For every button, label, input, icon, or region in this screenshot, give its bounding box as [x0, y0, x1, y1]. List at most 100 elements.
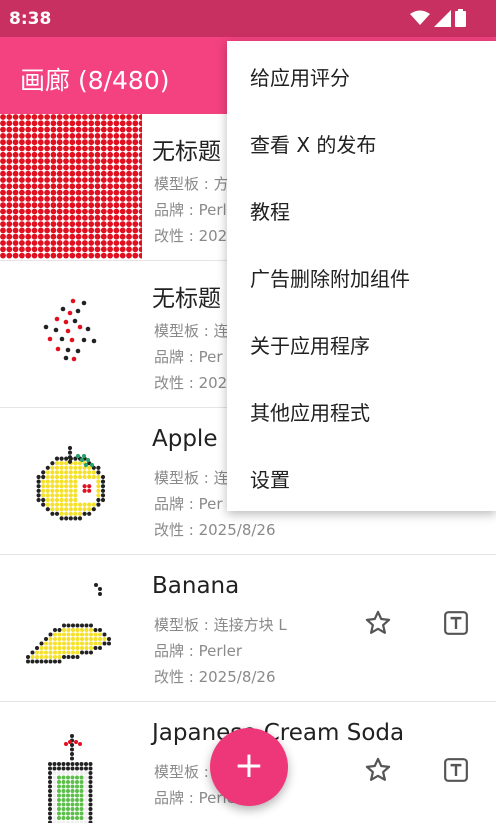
bead [25, 114, 32, 120]
bead [91, 484, 96, 489]
text-label-icon[interactable] [443, 610, 469, 636]
bead [75, 126, 82, 133]
bead [57, 628, 62, 632]
bead [39, 641, 44, 646]
bead [83, 462, 89, 468]
bead [54, 497, 60, 503]
bead [61, 811, 66, 816]
menu-item-rate-app[interactable]: 给应用评分 [227, 41, 496, 108]
bead [66, 789, 70, 793]
bead [82, 208, 88, 215]
bead [126, 164, 132, 171]
bead [6, 114, 13, 120]
bead [70, 816, 75, 820]
bead [82, 240, 88, 246]
bead [132, 170, 139, 177]
bead [68, 465, 73, 470]
status-time: 8:38 [9, 9, 52, 29]
bead [96, 493, 101, 498]
bead [56, 227, 63, 234]
bead [12, 189, 19, 196]
bead [56, 139, 63, 146]
bead [119, 227, 126, 234]
bead [82, 227, 88, 234]
bead [113, 183, 120, 190]
bead [50, 474, 55, 480]
bead [37, 151, 44, 158]
bead [66, 793, 70, 798]
bead [100, 126, 107, 133]
bead [48, 780, 52, 784]
bead [75, 637, 80, 641]
menu-item-tutorial[interactable]: 教程 [227, 175, 496, 242]
bead [69, 337, 75, 343]
bead [73, 493, 78, 498]
bead [132, 202, 139, 209]
favorite-star-icon[interactable] [364, 609, 392, 637]
bead [59, 488, 64, 493]
bead [25, 133, 32, 139]
bead [56, 221, 63, 227]
bead [107, 183, 113, 190]
bead [57, 789, 61, 793]
bead [100, 139, 107, 146]
menu-item-view-x-posts[interactable]: 查看 X 的发布 [227, 108, 496, 175]
bead [82, 493, 87, 498]
bead [69, 189, 76, 196]
favorite-star-icon[interactable] [364, 756, 392, 784]
bead [88, 133, 95, 139]
menu-item-remove-ads[interactable]: 广告删除附加组件 [227, 242, 496, 309]
bead [0, 240, 6, 246]
bead [61, 802, 66, 807]
bead [75, 252, 82, 259]
bead [66, 632, 71, 637]
bead [75, 202, 82, 209]
bead [39, 650, 44, 655]
bead [59, 456, 64, 461]
bead [138, 114, 142, 120]
bead [75, 120, 82, 127]
bead [82, 214, 88, 221]
bead [59, 511, 64, 516]
bead [62, 637, 66, 641]
item-template: 模型板 : 连接方块 L [154, 616, 287, 634]
bead [100, 240, 107, 246]
bead [66, 650, 71, 655]
bead [31, 214, 38, 221]
bead [52, 802, 57, 807]
menu-item-other-apps[interactable]: 其他应用程式 [227, 376, 496, 443]
bead [82, 145, 88, 152]
bead [69, 120, 76, 127]
bead [96, 502, 101, 507]
bead [113, 151, 120, 158]
bead [45, 474, 50, 480]
menu-item-settings[interactable]: 设置 [227, 443, 496, 510]
bead [132, 208, 139, 215]
bead [57, 771, 61, 775]
bead [126, 227, 132, 234]
bead [82, 158, 88, 164]
bead [107, 196, 113, 202]
bead [55, 346, 61, 352]
bead [73, 484, 78, 489]
add-button[interactable]: + [210, 728, 288, 806]
bead [89, 623, 93, 628]
bead [88, 789, 93, 793]
bead [48, 771, 52, 775]
bead [84, 775, 88, 780]
bead [77, 465, 83, 470]
bead [126, 233, 132, 240]
list-item[interactable]: Banana 模型板 : 连接方块 L 品牌 : Perler 改性 : 202… [0, 555, 496, 702]
bead [50, 164, 57, 171]
bead [68, 507, 73, 512]
bead [48, 650, 53, 655]
bead [12, 139, 19, 146]
text-label-icon[interactable] [443, 757, 469, 783]
bead [113, 196, 120, 202]
bead [119, 202, 126, 209]
menu-item-label: 广告删除附加组件 [250, 267, 410, 291]
bead [82, 497, 87, 503]
bead [70, 771, 75, 775]
menu-item-about[interactable]: 关于应用程序 [227, 309, 496, 376]
bead [107, 637, 111, 641]
